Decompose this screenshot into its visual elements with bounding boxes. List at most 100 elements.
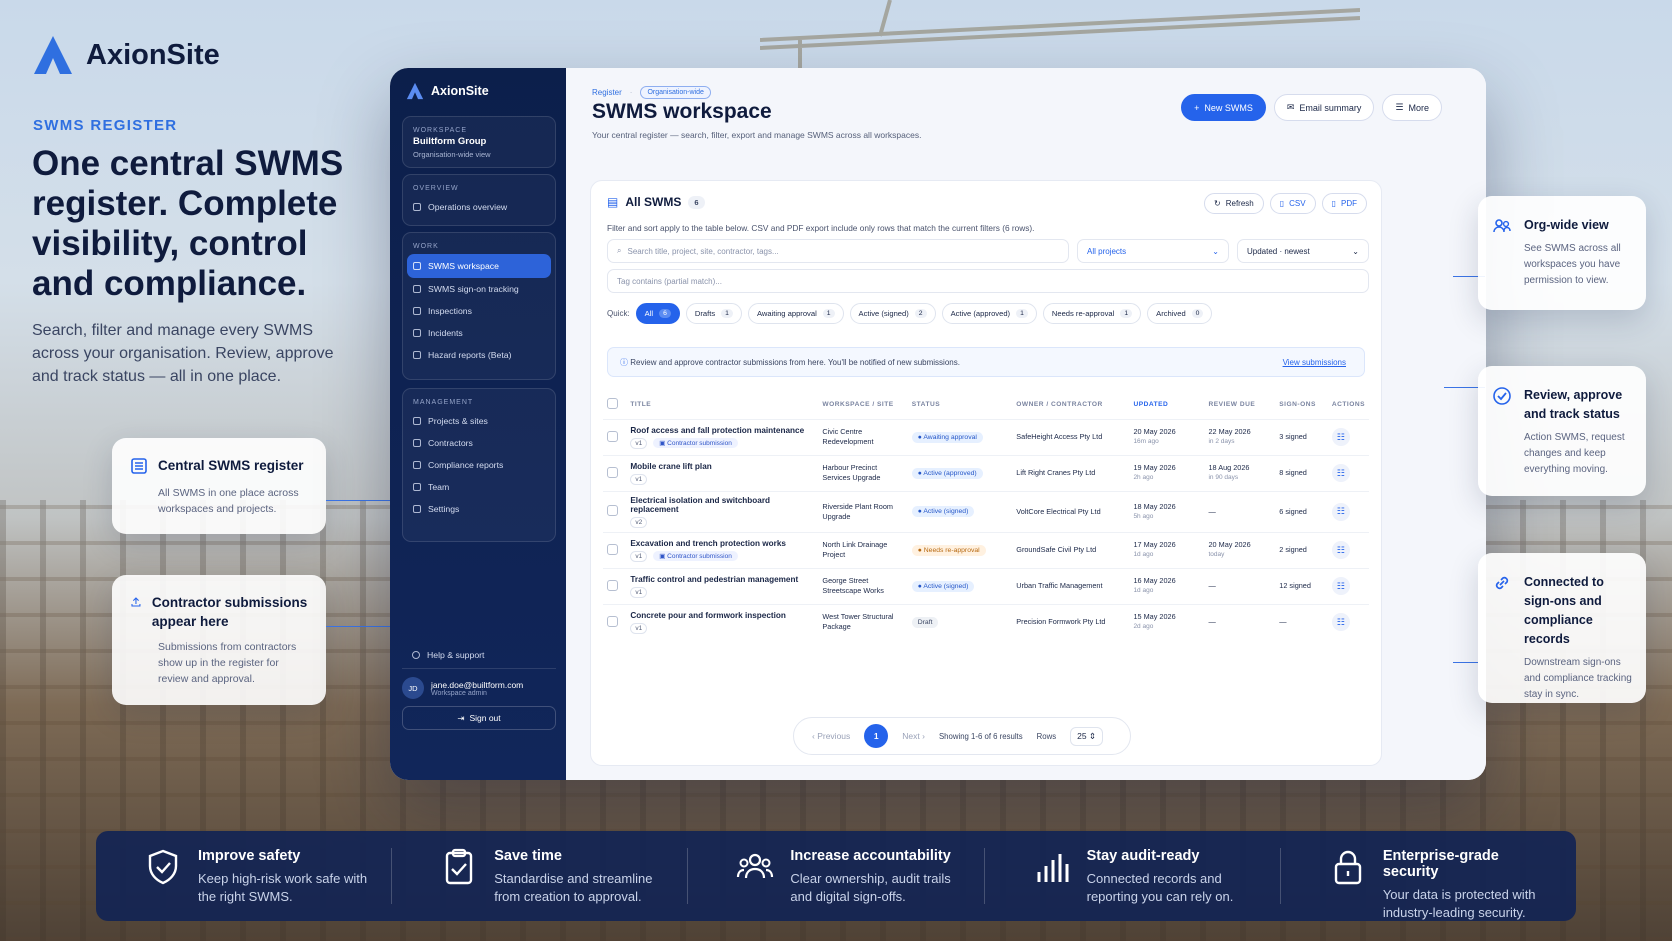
chip-drafts[interactable]: Drafts 1	[685, 303, 742, 324]
briefcase-icon	[413, 439, 421, 447]
info-banner: ⓘ Review and approve contractor submissi…	[607, 347, 1365, 377]
sidebar-item-label: Team	[428, 482, 450, 492]
sidebar-item-label: SWMS workspace	[428, 261, 499, 271]
row-actions-icon[interactable]: ☷	[1331, 464, 1350, 482]
pdf-button[interactable]: ▯ PDF	[1321, 193, 1367, 214]
sidebar-item-hazard-reports[interactable]: Hazard reports (Beta)	[403, 344, 555, 366]
row-checkbox[interactable]	[607, 579, 618, 591]
table-row[interactable]: Electrical isolation and switchboard rep…	[603, 490, 1369, 532]
csv-button[interactable]: ▯ CSV	[1269, 193, 1316, 214]
row-actions-icon[interactable]: ☷	[1331, 428, 1350, 446]
swms-title-link[interactable]: Electrical isolation and switchboard rep…	[630, 496, 814, 514]
search-input[interactable]: ⌕ Search title, project, site, contractor…	[607, 239, 1069, 263]
sidebar-section-label: OVERVIEW	[413, 185, 459, 192]
due-cell: 22 May 2026 in 2 days	[1204, 418, 1276, 455]
benefit-text: Your data is protected with industry-lea…	[1382, 887, 1536, 920]
select-all-checkbox[interactable]	[607, 398, 618, 410]
email-summary-button[interactable]: ✉ Email summary	[1273, 94, 1375, 121]
breadcrumb-register[interactable]: Register	[592, 88, 622, 97]
benefit-text: Connected records and reporting you can …	[1086, 871, 1234, 904]
benefit-time: Save time Standardise and streamline from…	[392, 848, 689, 904]
sidebar-item-swms-workspace[interactable]: SWMS workspace	[407, 254, 551, 278]
title-cell: Concrete pour and formwork inspection v1	[626, 603, 819, 640]
table-row[interactable]: Excavation and trench protection works v1…	[603, 531, 1369, 568]
more-button[interactable]: ☰ More	[1382, 94, 1442, 121]
swms-title-link[interactable]: Roof access and fall protection maintena…	[630, 426, 814, 435]
chip-all[interactable]: All 6	[635, 303, 680, 324]
sidebar-item-sign-on[interactable]: SWMS sign-on tracking	[403, 278, 555, 300]
due-date: —	[1208, 581, 1216, 590]
sort-select[interactable]: Updated · newest ⌄	[1237, 239, 1369, 263]
tag-icon: ▣	[659, 440, 668, 447]
row-actions-icon[interactable]: ☷	[1331, 541, 1350, 559]
view-submissions-link[interactable]: View submissions	[1283, 358, 1346, 367]
tag-input[interactable]: Tag contains (partial match)...	[607, 269, 1369, 293]
status-cell: Draft	[907, 603, 1013, 640]
sidebar-item-settings[interactable]: Settings	[403, 498, 555, 520]
column-actions: ACTIONS	[1331, 401, 1365, 409]
actions-cell: ☷	[1327, 567, 1369, 604]
page-1-button[interactable]: 1	[864, 724, 889, 748]
table-row[interactable]: Traffic control and pedestrian managemen…	[603, 567, 1369, 604]
table-row[interactable]: Roof access and fall protection maintena…	[603, 418, 1369, 455]
row-checkbox[interactable]	[607, 466, 618, 478]
table-row[interactable]: Concrete pour and formwork inspection v1 W…	[603, 603, 1369, 640]
prev-button[interactable]: ‹ Previous	[812, 731, 850, 741]
signout-button[interactable]: ⇥ Sign out	[402, 706, 556, 730]
row-actions-icon[interactable]: ☷	[1331, 577, 1350, 595]
chip-active-signed[interactable]: Active (signed) 2	[849, 303, 936, 324]
user-card[interactable]: JD jane.doe@builtform.com Workspace admin	[402, 668, 556, 699]
due-date: 22 May 2026	[1208, 427, 1251, 436]
chip-awaiting[interactable]: Awaiting approval 1	[747, 303, 844, 324]
swms-title-link[interactable]: Concrete pour and formwork inspection	[630, 611, 814, 620]
row-actions-icon[interactable]: ☷	[1331, 613, 1350, 632]
site-cell: Riverside Plant Room Upgrade	[818, 490, 908, 532]
sidebar-section-label: WORK	[413, 243, 439, 250]
projects-select[interactable]: All projects ⌄	[1077, 239, 1229, 263]
workspace-switcher[interactable]: WORKSPACE Builtform Group Organisation-w…	[402, 116, 556, 168]
swms-title-link[interactable]: Excavation and trench protection works	[630, 539, 814, 548]
feature-card-title: Central SWMS register	[158, 458, 304, 473]
next-button[interactable]: Next ›	[902, 731, 925, 741]
refresh-button[interactable]: ↻ Refresh	[1204, 193, 1264, 214]
benefit-text: Clear ownership, audit trails and digita…	[790, 871, 951, 904]
row-select-cell	[603, 567, 627, 604]
sidebar-item-team[interactable]: Team	[403, 476, 555, 498]
sidebar-item-contractors[interactable]: Contractors	[403, 432, 555, 454]
sidebar-item-compliance[interactable]: Compliance reports	[403, 454, 555, 476]
panel-count: 6	[688, 195, 705, 209]
row-actions-icon[interactable]: ☷	[1331, 502, 1350, 521]
row-checkbox[interactable]	[607, 543, 618, 555]
sidebar-item-inspections[interactable]: Inspections	[403, 300, 555, 322]
help-link[interactable]: Help & support	[402, 644, 494, 666]
row-checkbox[interactable]	[607, 615, 618, 627]
sidebar-item-label: Compliance reports	[428, 460, 504, 470]
owner-cell: Lift Right Cranes Pty Ltd	[1012, 454, 1130, 491]
chip-archived[interactable]: Archived 0	[1147, 303, 1213, 324]
column-review-due[interactable]: REVIEW DUE	[1204, 391, 1275, 419]
chip-active-approved[interactable]: Active (approved) 1	[941, 303, 1037, 324]
sidebar-item-incidents[interactable]: Incidents	[403, 322, 555, 344]
chip-needs-reapproval[interactable]: Needs re-approval 1	[1042, 303, 1142, 324]
actions-cell: ☷	[1327, 418, 1369, 455]
row-checkbox[interactable]	[607, 430, 618, 442]
swms-title-link[interactable]: Traffic control and pedestrian managemen…	[630, 575, 814, 584]
new-swms-button[interactable]: + New SWMS	[1181, 94, 1266, 121]
column-updated[interactable]: UPDATED	[1129, 391, 1204, 419]
shield-icon	[148, 849, 178, 885]
sidebar-item-projects[interactable]: Projects & sites	[403, 410, 555, 432]
status-badge: ● Active (approved)	[911, 467, 983, 479]
version-badge: v1	[630, 586, 648, 598]
menu-icon: ☰	[1395, 102, 1404, 112]
table-row[interactable]: Mobile crane lift plan v1 Harbour Precinct…	[603, 454, 1369, 491]
owner-cell: Urban Traffic Management	[1012, 567, 1130, 604]
rows-select[interactable]: 25 ⇕	[1070, 726, 1104, 746]
register-icon	[131, 457, 147, 474]
sidebar-item-operations[interactable]: Operations overview	[403, 196, 555, 218]
signons-cell: 8 signed	[1275, 454, 1328, 491]
row-checkbox[interactable]	[607, 505, 618, 516]
swms-title-link[interactable]: Mobile crane lift plan	[630, 462, 814, 471]
updated-relative: 1d ago	[1133, 587, 1154, 594]
main-content: Register · Organisation-wide SWMS workspac…	[566, 68, 1486, 780]
column-title[interactable]: TITLE	[626, 391, 818, 419]
